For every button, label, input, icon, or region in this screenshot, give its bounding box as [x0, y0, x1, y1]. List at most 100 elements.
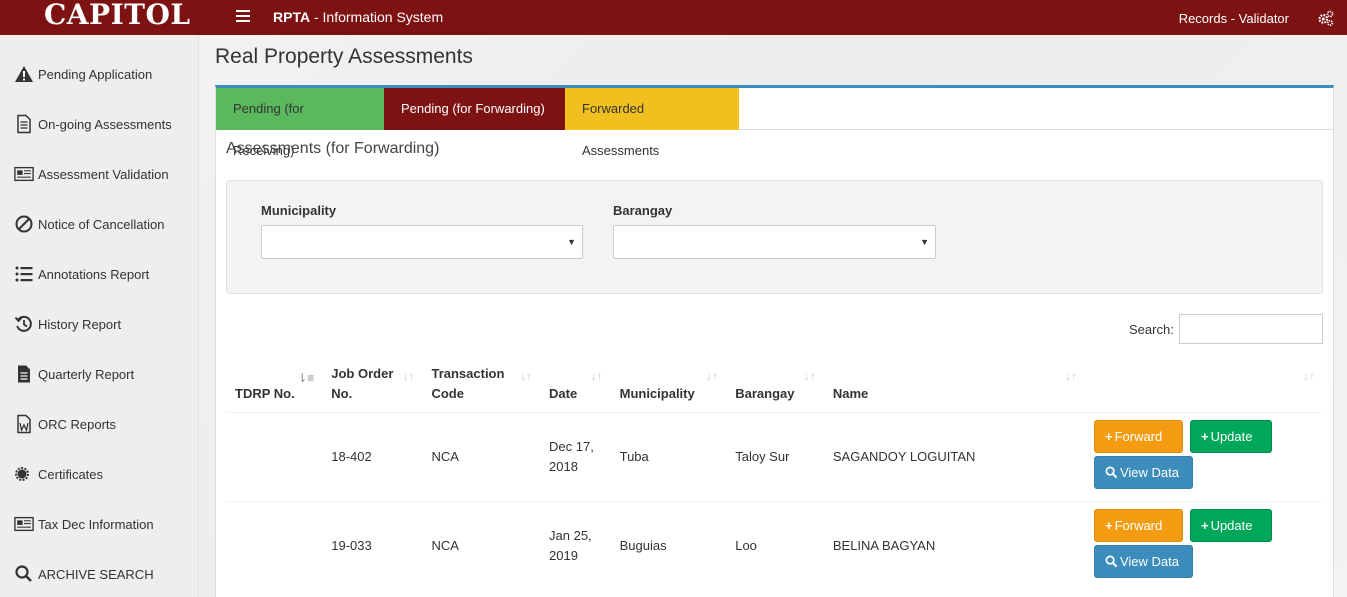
sidebar-item-label: History Report: [38, 316, 122, 332]
sort-icon: ↓↑: [803, 369, 816, 383]
sidebar-item-annotations-report[interactable]: Annotations Report: [0, 249, 199, 299]
column-header-actions[interactable]: ↓↑: [1085, 360, 1323, 412]
search-icon: [1105, 555, 1118, 568]
caret-down-icon: ▼: [567, 237, 576, 247]
newspaper-icon: [14, 514, 36, 534]
column-header-label: Job Order: [331, 365, 394, 381]
search-input[interactable]: [1179, 314, 1323, 344]
plus-icon: +: [1200, 428, 1209, 444]
barangay-label: Barangay: [613, 203, 673, 218]
sidebar-item-label: Assessment Validation: [38, 166, 169, 182]
sidebar-item-assessment-validation[interactable]: Assessment Validation: [0, 149, 199, 199]
sidebar-item-archive-search[interactable]: ARCHIVE SEARCH: [0, 549, 199, 597]
sidebar-item-label: Pending Application: [38, 66, 153, 82]
column-header-label: TDRP No.: [235, 385, 295, 401]
cell-date-line: 2019: [549, 547, 578, 563]
column-header-label: Transaction: [431, 365, 505, 381]
cell-barangay: Taloy Sur: [726, 411, 824, 501]
caret-down-icon: ▼: [920, 237, 929, 247]
sidebar-item-label: Tax Dec Information: [38, 516, 154, 532]
cell-transaction-code: NCA: [422, 500, 541, 590]
sort-icon: ↓↑: [706, 369, 719, 383]
sidebar-item-ongoing-assessments[interactable]: On-going Assessments: [0, 99, 199, 149]
cell-barangay: Loo: [726, 500, 824, 590]
sidebar-item-orc-reports[interactable]: ORC Reports: [0, 399, 199, 449]
logo[interactable]: CAPITOL: [44, 0, 191, 30]
update-button[interactable]: + Update: [1189, 419, 1272, 453]
view-data-button[interactable]: View Data: [1093, 455, 1193, 489]
view-data-button[interactable]: View Data: [1093, 544, 1193, 578]
sort-icon: ↓↑: [402, 369, 415, 383]
column-header-label: Date: [549, 385, 578, 401]
update-button-label: Update: [1210, 517, 1253, 533]
column-header-label: Barangay: [735, 385, 795, 401]
sidebar-item-quarterly-report[interactable]: Quarterly Report: [0, 349, 199, 399]
cell-actions: + Forward + Update View Data: [1084, 411, 1323, 501]
column-header-tdrp[interactable]: TDRP No. ⇂≡: [226, 360, 322, 412]
word-file-icon: [14, 414, 36, 434]
certificate-icon: [14, 464, 36, 484]
column-header-transaction-code[interactable]: Transaction Code ↓↑: [422, 360, 540, 412]
cell-transaction-code: NCA: [422, 411, 541, 501]
cell-job-order: 19-033: [322, 500, 423, 590]
sidebar-item-certificates[interactable]: Certificates: [0, 449, 199, 499]
warning-icon: [14, 64, 36, 84]
search-label: Search:: [1129, 322, 1174, 337]
column-header-municipality[interactable]: Municipality ↓↑: [611, 360, 727, 412]
sidebar-item-notice-of-cancellation[interactable]: Notice of Cancellation: [0, 199, 199, 249]
plus-icon: +: [1104, 517, 1113, 533]
sort-icon: ↓↑: [1303, 369, 1315, 383]
forward-button-label: Forward: [1114, 517, 1163, 533]
sort-icon: ↓↑: [520, 369, 533, 383]
cell-name: BELINA BAGYAN: [823, 500, 1085, 590]
column-header-name[interactable]: Name ↓↑: [824, 360, 1085, 412]
document-icon: [14, 114, 36, 134]
cell-date-line: Jan 25,: [549, 527, 592, 543]
forward-button-label: Forward: [1114, 428, 1163, 444]
sidebar-item-label: Certificates: [38, 466, 104, 482]
cell-date: Jan 25, 2019: [540, 500, 611, 590]
table-header-row: TDRP No. ⇂≡ Job Order No. ↓↑ Transaction Cod…: [226, 360, 1323, 412]
tab-bar: Pending (for Receiving) Pending (for For…: [216, 88, 1333, 158]
view-data-button-label: View Data: [1119, 464, 1179, 480]
ban-icon: [14, 214, 36, 234]
column-header-date[interactable]: Date ↓↑: [540, 360, 611, 412]
update-button-label: Update: [1210, 428, 1253, 444]
column-header-label: Municipality: [619, 385, 695, 401]
column-header-barangay[interactable]: Barangay ↓↑: [726, 360, 824, 412]
sidebar-item-tax-dec-information[interactable]: Tax Dec Information: [0, 499, 199, 549]
menu-toggle-icon[interactable]: [236, 10, 250, 24]
history-icon: [14, 314, 36, 334]
search-icon: [14, 564, 36, 584]
cell-date-line: Dec 17,: [549, 438, 594, 454]
tab-pending-for-receiving[interactable]: Pending (for Receiving): [216, 88, 384, 158]
cell-tdrp: [226, 411, 323, 501]
gears-icon[interactable]: [1317, 9, 1335, 27]
forward-button[interactable]: + Forward: [1093, 508, 1183, 542]
sort-icon: ↓↑: [590, 369, 603, 383]
sidebar-item-label: Notice of Cancellation: [38, 216, 165, 232]
sidebar: Pending Application On-going Assessments…: [0, 35, 199, 597]
row-actions: + Forward + Update View Data: [1093, 419, 1314, 494]
plus-icon: +: [1104, 428, 1113, 444]
sidebar-item-pending-application[interactable]: Pending Application: [0, 49, 199, 99]
tab-forwarded-assessments[interactable]: Forwarded Assessments: [565, 88, 739, 158]
sidebar-item-label: Quarterly Report: [38, 366, 135, 382]
row-actions: + Forward + Update View Data: [1093, 508, 1314, 583]
sort-icon: ↓↑: [1064, 369, 1077, 383]
view-data-button-label: View Data: [1119, 553, 1179, 569]
municipality-label: Municipality: [261, 203, 337, 218]
barangay-select[interactable]: ▼: [613, 225, 936, 259]
sidebar-item-label: ORC Reports: [38, 416, 117, 432]
column-header-job-order[interactable]: Job Order No. ↓↑: [322, 360, 422, 412]
update-button[interactable]: + Update: [1189, 508, 1272, 542]
municipality-select[interactable]: ▼: [261, 225, 583, 259]
forward-button[interactable]: + Forward: [1093, 419, 1183, 453]
sidebar-item-history-report[interactable]: History Report: [0, 299, 199, 349]
filter-box: Municipality ▼ Barangay ▼: [226, 180, 1323, 294]
cell-actions: + Forward + Update View Data: [1084, 500, 1323, 590]
app-title: RPTA - Information System: [273, 9, 443, 25]
user-role-label[interactable]: Records - Validator: [1179, 11, 1289, 26]
tab-pending-for-forwarding[interactable]: Pending (for Forwarding): [384, 88, 565, 130]
section-title: Assessments (for Forwarding): [226, 140, 440, 157]
